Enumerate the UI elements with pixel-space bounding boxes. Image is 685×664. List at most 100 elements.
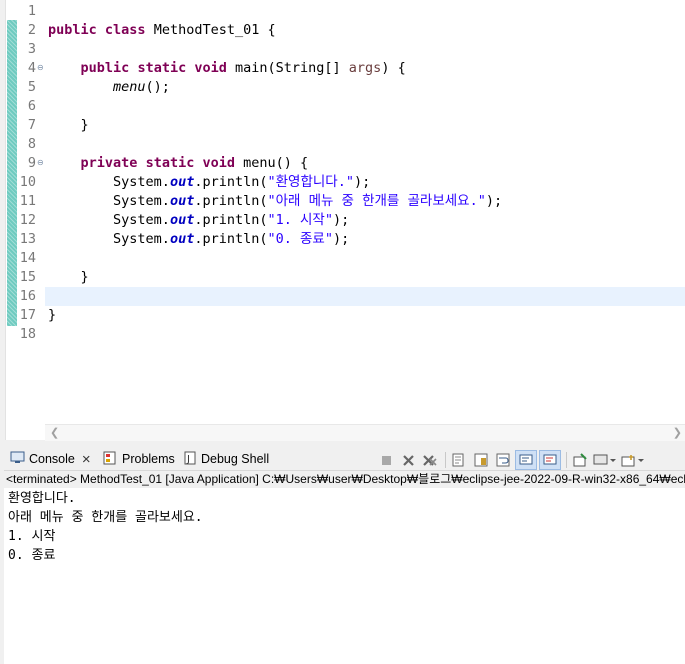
remove-launch-icon[interactable] (398, 451, 418, 469)
code-line[interactable]: public class MethodTest_01 { (48, 21, 276, 40)
code-text: System. (113, 193, 170, 209)
code-text: menu() { (235, 155, 309, 171)
horizontal-scrollbar[interactable]: ❮ ❯ (45, 424, 685, 441)
show-on-stderr-icon[interactable] (539, 450, 561, 470)
line-number-gutter: 1 2 3 4 ⊖ 5 6 7 8 9 ⊖ 10 11 12 13 14 15 … (18, 0, 45, 440)
console-output-line: 환영합니다. (8, 491, 76, 506)
line-number: 17 (19, 307, 36, 323)
string-literal: "1. 시작" (267, 212, 333, 228)
tab-label: Problems (122, 452, 175, 466)
remove-all-terminated-icon[interactable] (420, 451, 440, 469)
code-line[interactable]: } (48, 268, 89, 287)
scroll-left-icon[interactable]: ❮ (50, 426, 59, 439)
tab-label: Console (29, 452, 75, 466)
pin-console-icon[interactable] (570, 451, 590, 469)
code-text: ); (332, 212, 350, 228)
current-line-highlight (45, 287, 685, 306)
line-number: 12 (19, 212, 36, 228)
line-number: 5 (27, 79, 36, 95)
string-literal: "아래 메뉴 중 한개를 골라보세요." (267, 193, 486, 209)
close-icon[interactable]: × (82, 451, 91, 468)
line-number: 6 (27, 98, 36, 114)
code-text: .println( (194, 174, 268, 190)
code-line[interactable]: System.out.println("1. 시작"); (48, 211, 349, 230)
toolbar-separator (566, 452, 567, 468)
console-toolbar (376, 450, 648, 470)
code-text: .println( (194, 212, 268, 228)
console-icon (10, 451, 25, 467)
line-number: 11 (19, 193, 36, 209)
fold-collapse-icon[interactable]: ⊖ (37, 153, 44, 172)
code-text-area[interactable]: public class MethodTest_01 { public stat… (45, 0, 685, 440)
code-text: ); (485, 193, 503, 209)
display-console-icon[interactable] (592, 451, 618, 469)
clear-console-icon[interactable] (449, 451, 469, 469)
line-number: 14 (19, 250, 36, 266)
code-line[interactable]: } (48, 116, 89, 135)
tab-debug-shell[interactable]: J Debug Shell (184, 448, 269, 470)
code-line[interactable]: System.out.println("0. 종료"); (48, 230, 349, 249)
console-output-area[interactable]: 환영합니다. 아래 메뉴 중 한개를 골라보세요. 1. 시작 0. 종료 (4, 488, 685, 664)
static-field: out (169, 231, 195, 247)
code-editor[interactable]: 1 2 3 4 ⊖ 5 6 7 8 9 ⊖ 10 11 12 13 14 15 … (0, 0, 685, 441)
code-text: ); (353, 174, 371, 190)
code-text: MethodTest_01 { (145, 22, 276, 38)
static-method-call: menu (113, 79, 146, 95)
string-literal: "0. 종료" (267, 231, 333, 247)
toolbar-separator (445, 452, 446, 468)
line-number: 10 (19, 174, 36, 190)
code-line[interactable]: } (48, 306, 56, 325)
keyword: void (202, 155, 235, 171)
closing-brace: } (80, 269, 89, 285)
tab-console[interactable]: Console × (10, 448, 91, 470)
word-wrap-icon[interactable] (493, 451, 513, 469)
parameter-name: args (348, 60, 382, 76)
code-line[interactable]: System.out.println("아래 메뉴 중 한개를 골라보세요.")… (48, 192, 502, 211)
problems-icon (103, 451, 118, 468)
static-field: out (169, 212, 195, 228)
scroll-lock-icon[interactable] (471, 451, 491, 469)
overview-ruler (0, 0, 6, 440)
fold-collapse-icon[interactable]: ⊖ (37, 58, 44, 77)
show-on-stdout-icon[interactable] (515, 450, 537, 470)
code-line[interactable]: menu(); (48, 78, 170, 97)
console-output-line: 1. 시작 (8, 529, 56, 544)
keyword: private (80, 155, 138, 171)
static-field: out (169, 193, 195, 209)
console-output-line: 아래 메뉴 중 한개를 골라보세요. (8, 510, 203, 525)
code-line[interactable]: public static void main(String[] args) { (48, 59, 406, 78)
keyword: static (145, 155, 195, 171)
open-console-icon[interactable] (620, 451, 646, 469)
code-text: System. (113, 174, 170, 190)
line-number: 15 (19, 269, 36, 285)
code-text: main(String[] (226, 60, 349, 76)
console-status-label: <terminated> MethodTest_01 [Java Applica… (6, 472, 685, 486)
code-text: .println( (194, 231, 268, 247)
line-number: 16 (19, 288, 36, 304)
static-field: out (169, 174, 195, 190)
keyword: public (48, 22, 97, 38)
line-number: 1 (27, 3, 36, 19)
code-text: (); (145, 79, 170, 95)
tab-problems[interactable]: Problems (103, 448, 175, 470)
scroll-right-icon[interactable]: ❯ (673, 426, 682, 439)
terminate-icon[interactable] (376, 451, 396, 469)
line-number: 9 (27, 155, 36, 171)
string-literal: "환영합니다." (267, 174, 354, 190)
code-line[interactable]: System.out.println("환영합니다."); (48, 173, 370, 192)
closing-brace: } (80, 117, 89, 133)
code-line[interactable]: private static void menu() { (48, 154, 309, 173)
svg-text:J: J (186, 454, 190, 465)
keyword: static (137, 60, 187, 76)
line-number: 8 (27, 136, 36, 152)
quick-diff-change-bar (7, 20, 17, 326)
tab-label: Debug Shell (201, 452, 270, 466)
code-text: ) { (381, 60, 406, 76)
code-text: .println( (194, 193, 268, 209)
keyword: void (194, 60, 227, 76)
debug-shell-icon: J (184, 451, 197, 468)
code-text: System. (113, 231, 170, 247)
keyword: class (104, 22, 146, 38)
keyword: public (80, 60, 130, 76)
line-number: 18 (19, 326, 36, 342)
